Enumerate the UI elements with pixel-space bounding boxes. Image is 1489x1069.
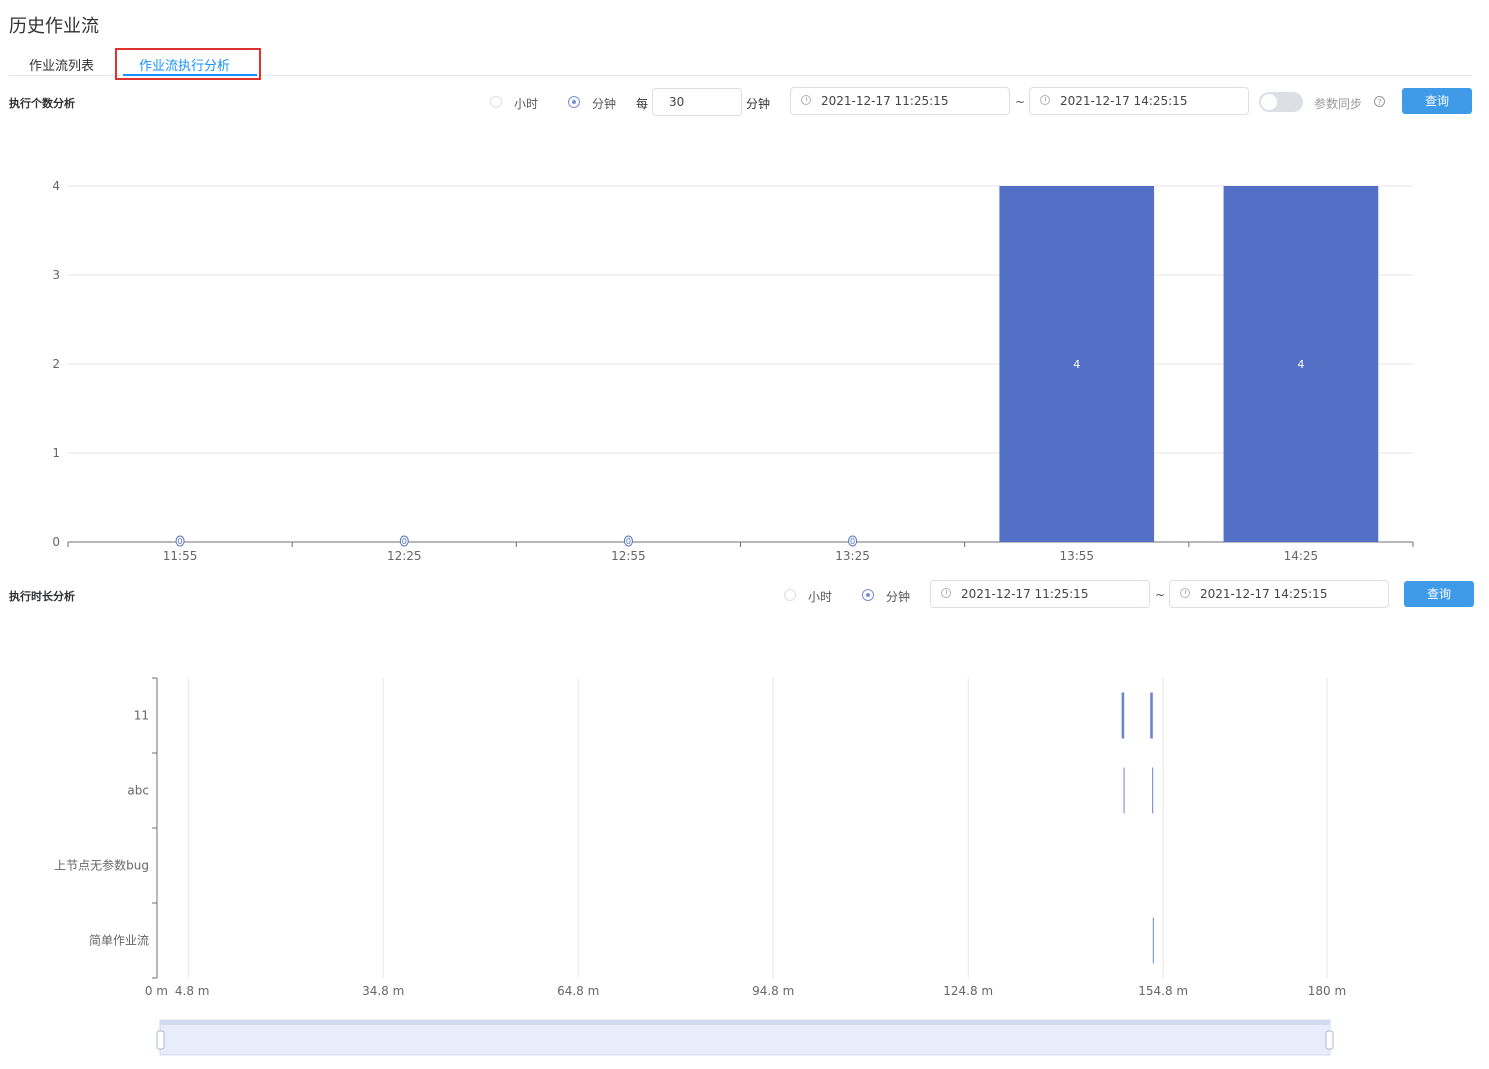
duration-radio-hour-label: 小时 bbox=[808, 590, 833, 604]
y-category-label: abc bbox=[127, 784, 149, 798]
x-tick-label: 124.8 m bbox=[943, 984, 993, 998]
duration-bar[interactable] bbox=[1152, 767, 1154, 814]
bar-data-label: 0 bbox=[402, 537, 407, 546]
x-tick-label: 11:55 bbox=[163, 549, 198, 563]
x-tick-label: 4.8 m bbox=[175, 984, 210, 998]
duration-bar[interactable] bbox=[1152, 917, 1154, 964]
x-tick-label: 64.8 m bbox=[557, 984, 599, 998]
x-tick-label: 180 m bbox=[1308, 984, 1346, 998]
y-tick-label: 4 bbox=[52, 179, 60, 193]
x-tick-label: 13:55 bbox=[1059, 549, 1094, 563]
zoom-slider[interactable] bbox=[159, 1019, 1331, 1056]
y-category-label: 上节点无参数bug bbox=[54, 858, 149, 873]
bar-data-label: 0 bbox=[626, 537, 631, 546]
duration-end-time-picker[interactable]: 2021-12-17 14:25:15 bbox=[1169, 580, 1389, 608]
y-tick-label: 0 bbox=[52, 535, 60, 549]
duration-bar[interactable] bbox=[1121, 692, 1125, 739]
count-radio-minute-label: 分钟 bbox=[592, 97, 617, 111]
duration-bar[interactable] bbox=[1123, 767, 1125, 814]
x-tick-label: 12:25 bbox=[387, 549, 422, 563]
duration-radio-hour[interactable] bbox=[784, 589, 796, 601]
duration-start-time-picker[interactable]: 2021-12-17 11:25:15 bbox=[930, 580, 1150, 608]
y-category-label: 11 bbox=[134, 709, 149, 723]
x-tick-label: 0 m bbox=[145, 984, 168, 998]
x-tick-label: 34.8 m bbox=[362, 984, 404, 998]
duration-radio-minute[interactable] bbox=[862, 589, 874, 601]
bar-data-label: 0 bbox=[850, 537, 855, 546]
duration-section-title: 执行时长分析 bbox=[9, 590, 75, 603]
y-tick-label: 1 bbox=[52, 446, 60, 460]
zoom-slider-track bbox=[160, 1020, 1330, 1025]
y-tick-label: 3 bbox=[52, 268, 60, 282]
duration-start-time: 2021-12-17 11:25:15 bbox=[961, 587, 1089, 601]
count-radio-hour-label: 小时 bbox=[514, 97, 539, 111]
x-tick-label: 94.8 m bbox=[752, 984, 794, 998]
x-tick-label: 14:25 bbox=[1284, 549, 1319, 563]
date-range-separator: ~ bbox=[1015, 95, 1026, 109]
question-circle-icon[interactable]: ? bbox=[1374, 96, 1385, 107]
bar-data-label: 4 bbox=[1073, 358, 1080, 371]
param-sync-label: 参数同步 bbox=[1314, 97, 1363, 111]
x-tick-label: 13:25 bbox=[835, 549, 870, 563]
tab-highlight-box bbox=[115, 48, 261, 80]
zoom-handle-left[interactable] bbox=[156, 1030, 165, 1050]
duration-end-time: 2021-12-17 14:25:15 bbox=[1200, 587, 1328, 601]
duration-query-button[interactable]: 查询 bbox=[1404, 581, 1474, 607]
clock-icon bbox=[1180, 588, 1190, 598]
count-end-time: 2021-12-17 14:25:15 bbox=[1060, 94, 1188, 108]
count-radio-minute[interactable] bbox=[568, 96, 580, 108]
every-label: 每 bbox=[636, 97, 649, 111]
interval-value: 30 bbox=[669, 95, 685, 109]
y-category-label: 简单作业流 bbox=[89, 934, 149, 948]
param-sync-toggle[interactable] bbox=[1259, 92, 1303, 112]
count-query-button[interactable]: 查询 bbox=[1402, 88, 1472, 114]
interval-unit-label: 分钟 bbox=[746, 97, 771, 111]
count-start-time: 2021-12-17 11:25:15 bbox=[821, 94, 949, 108]
duration-radio-minute-label: 分钟 bbox=[886, 590, 911, 604]
count-start-time-picker[interactable]: 2021-12-17 11:25:15 bbox=[790, 87, 1010, 115]
count-radio-hour[interactable] bbox=[490, 96, 502, 108]
execution-duration-chart: 11 abc 上节点无参数bug 简单作业流 0 m 4.8 m 34.8 m 64.8 m 9… bbox=[54, 677, 1346, 1056]
clock-icon bbox=[941, 588, 951, 598]
y-tick-label: 2 bbox=[52, 357, 60, 371]
count-section-title: 执行个数分析 bbox=[9, 97, 75, 110]
clock-icon bbox=[1040, 95, 1050, 105]
interval-input[interactable]: 30 bbox=[652, 88, 742, 116]
bar-data-label: 0 bbox=[178, 537, 183, 546]
page-title: 历史作业流 bbox=[9, 16, 99, 37]
zoom-handle-right[interactable] bbox=[1325, 1030, 1334, 1050]
execution-count-chart: 0 1 2 3 4 11:55 0 12:25 0 12:55 0 13:25 0 13:55 4 14:25… bbox=[52, 179, 1414, 563]
date-range-separator: ~ bbox=[1155, 588, 1166, 602]
x-tick-label: 12:55 bbox=[611, 549, 646, 563]
x-tick-label: 154.8 m bbox=[1138, 984, 1188, 998]
clock-icon bbox=[801, 95, 811, 105]
tab-job-flow-list[interactable]: 作业流列表 bbox=[29, 55, 94, 74]
count-end-time-picker[interactable]: 2021-12-17 14:25:15 bbox=[1029, 87, 1249, 115]
duration-bar[interactable] bbox=[1150, 692, 1153, 739]
bar-data-label: 4 bbox=[1297, 358, 1304, 371]
